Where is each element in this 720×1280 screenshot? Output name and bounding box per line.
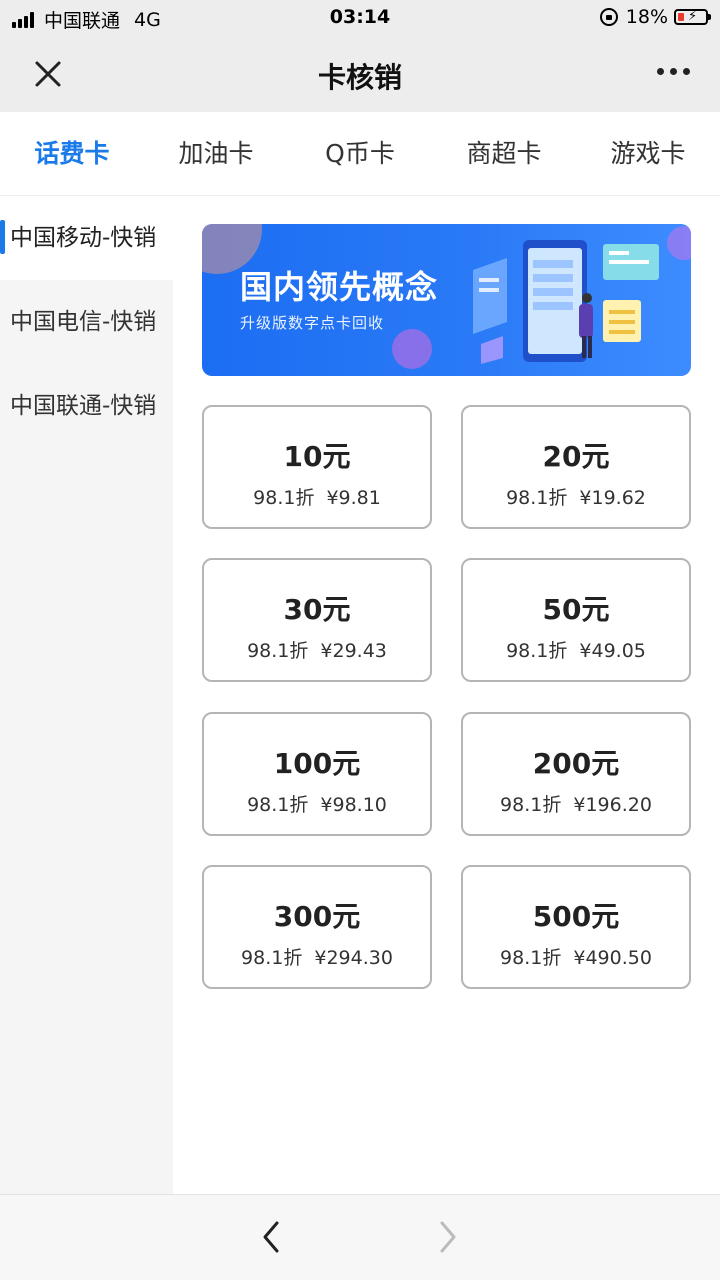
tab-fuel-card[interactable]: 加油卡	[144, 112, 288, 195]
card-amount: 10元	[283, 440, 351, 473]
card-discount: 98.1折	[506, 640, 568, 662]
card-price-line: 98.1折 ¥294.30	[204, 943, 430, 970]
card-discount: 98.1折	[247, 640, 309, 662]
card-price: ¥294.30	[314, 947, 393, 969]
card-50[interactable]: 50元 98.1折 ¥49.05	[461, 558, 691, 682]
card-price: ¥29.43	[320, 640, 387, 662]
tab-game-card[interactable]: 游戏卡	[576, 112, 720, 195]
chevron-right-icon[interactable]	[430, 1219, 464, 1255]
banner-subtitle: 升级版数字点卡回收	[240, 314, 385, 332]
battery-percent: 18%	[625, 6, 668, 28]
sidebar-item-china-mobile[interactable]: 中国移动-快销	[0, 196, 173, 280]
card-discount: 98.1折	[506, 487, 568, 509]
card-amount: 100元	[273, 747, 361, 780]
phone-illustration-icon	[473, 240, 659, 364]
battery-icon: ⚡	[674, 9, 711, 25]
banner-title: 国内领先概念	[240, 268, 439, 306]
card-price-line: 98.1折 ¥196.20	[463, 790, 689, 817]
card-price-line: 98.1折 ¥490.50	[463, 943, 689, 970]
chevron-left-icon[interactable]	[255, 1219, 289, 1255]
nav-bar: 卡核销	[0, 36, 720, 112]
card-price-line: 98.1折 ¥19.62	[463, 483, 689, 510]
card-discount: 98.1折	[253, 487, 315, 509]
sidebar-item-china-telecom[interactable]: 中国电信-快销	[0, 280, 173, 364]
more-icon[interactable]	[651, 68, 690, 75]
card-300[interactable]: 300元 98.1折 ¥294.30	[202, 865, 432, 989]
card-price-line: 98.1折 ¥98.10	[204, 790, 430, 817]
card-amount: 30元	[283, 593, 351, 626]
card-amount: 200元	[532, 747, 620, 780]
card-amount: 50元	[542, 593, 610, 626]
card-price: ¥196.20	[573, 794, 652, 816]
page-title: 卡核销	[317, 61, 402, 94]
card-30[interactable]: 30元 98.1折 ¥29.43	[202, 558, 432, 682]
card-amount: 300元	[273, 900, 361, 933]
card-10[interactable]: 10元 98.1折 ¥9.81	[202, 405, 432, 529]
tab-qcoin-card[interactable]: Q币卡	[288, 112, 432, 195]
card-200[interactable]: 200元 98.1折 ¥196.20	[461, 712, 691, 836]
card-100[interactable]: 100元 98.1折 ¥98.10	[202, 712, 432, 836]
sidebar-item-china-unicom[interactable]: 中国联通-快销	[0, 364, 173, 448]
card-500[interactable]: 500元 98.1折 ¥490.50	[461, 865, 691, 989]
card-discount: 98.1折	[247, 794, 309, 816]
card-discount: 98.1折	[241, 947, 303, 969]
card-price: ¥49.05	[579, 640, 646, 662]
card-price: ¥19.62	[579, 487, 646, 509]
bottom-toolbar	[0, 1194, 720, 1280]
card-amount: 500元	[532, 900, 620, 933]
status-bar: 中国联通 4G 03:14 18% ⚡	[0, 0, 720, 36]
promo-banner[interactable]: 国内领先概念 升级版数字点卡回收	[202, 224, 691, 376]
rotation-lock-icon	[599, 8, 618, 26]
card-price: ¥9.81	[326, 487, 381, 509]
card-amount: 20元	[542, 440, 610, 473]
tab-supermarket-card[interactable]: 商超卡	[432, 112, 576, 195]
card-price: ¥98.10	[320, 794, 387, 816]
tab-phone-card[interactable]: 话费卡	[0, 112, 144, 195]
card-20[interactable]: 20元 98.1折 ¥19.62	[461, 405, 691, 529]
card-discount: 98.1折	[500, 794, 562, 816]
card-price-line: 98.1折 ¥9.81	[204, 483, 430, 510]
sidebar: 中国移动-快销 中国电信-快销 中国联通-快销	[0, 196, 173, 1194]
card-price: ¥490.50	[573, 947, 652, 969]
card-price-line: 98.1折 ¥29.43	[204, 636, 430, 663]
category-tabs: 话费卡 加油卡 Q币卡 商超卡 游戏卡	[0, 112, 720, 196]
card-price-line: 98.1折 ¥49.05	[463, 636, 689, 663]
card-discount: 98.1折	[500, 947, 562, 969]
status-right: 18% ⚡	[599, 6, 711, 28]
